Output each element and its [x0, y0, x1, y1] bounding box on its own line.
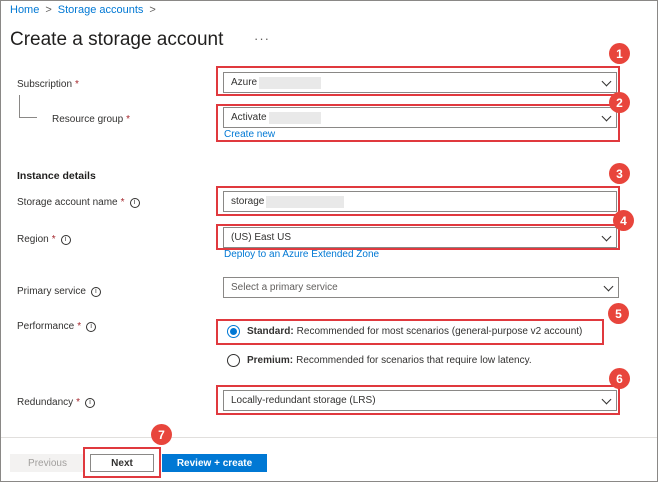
- highlight-box-storage-name: [216, 186, 620, 216]
- info-icon[interactable]: i: [90, 286, 101, 297]
- primary-service-select[interactable]: Select a primary service: [223, 277, 619, 298]
- breadcrumb-home-link[interactable]: Home: [10, 4, 39, 16]
- previous-button[interactable]: Previous: [10, 454, 85, 472]
- redundancy-label: Redundancy * i: [17, 397, 96, 408]
- highlight-box-next: [83, 447, 161, 478]
- footer-divider: [1, 437, 657, 438]
- step-badge: 6: [609, 368, 630, 389]
- info-icon[interactable]: i: [129, 197, 140, 208]
- highlight-box-resource-group: [216, 104, 620, 142]
- radio-unselected-icon[interactable]: [227, 354, 240, 367]
- more-options-icon[interactable]: ···: [254, 31, 270, 46]
- info-icon[interactable]: i: [60, 234, 71, 245]
- required-marker: *: [77, 321, 82, 332]
- review-create-button[interactable]: Review + create: [162, 454, 267, 472]
- breadcrumb-separator-icon: >: [149, 4, 156, 16]
- page-title: Create a storage account: [10, 29, 224, 50]
- step-badge: 3: [609, 163, 630, 184]
- tree-connector: [19, 95, 20, 117]
- info-icon[interactable]: i: [86, 321, 97, 332]
- highlight-box-redundancy: [216, 385, 620, 415]
- breadcrumb: Home > Storage accounts >: [10, 4, 156, 16]
- required-marker: *: [75, 79, 79, 90]
- required-marker: *: [120, 197, 125, 208]
- highlight-box-performance: [216, 319, 604, 345]
- step-badge: 2: [609, 92, 630, 113]
- subscription-label: Subscription *: [17, 79, 79, 90]
- step-badge: 4: [613, 210, 634, 231]
- tree-connector: [19, 117, 37, 118]
- chevron-down-icon: [603, 281, 614, 292]
- extended-zone-link[interactable]: Deploy to an Azure Extended Zone: [224, 249, 379, 260]
- info-icon[interactable]: i: [85, 397, 96, 408]
- required-marker: *: [126, 114, 131, 125]
- required-marker: *: [76, 397, 81, 408]
- breadcrumb-storage-accounts-link[interactable]: Storage accounts: [58, 4, 144, 16]
- breadcrumb-separator-icon: >: [45, 4, 52, 16]
- region-label: Region * i: [17, 234, 71, 245]
- step-badge: 1: [609, 43, 630, 64]
- instance-details-heading: Instance details: [17, 170, 96, 182]
- highlight-box-subscription: [216, 66, 620, 96]
- performance-premium-option[interactable]: Premium: Recommended for scenarios that …: [227, 354, 532, 367]
- storage-account-name-label: Storage account name * i: [17, 197, 140, 208]
- required-marker: *: [51, 234, 56, 245]
- resource-group-label: Resource group *: [52, 114, 131, 125]
- primary-service-label: Primary service i: [17, 286, 101, 297]
- step-badge: 7: [151, 424, 172, 445]
- performance-label: Performance * i: [17, 321, 97, 332]
- step-badge: 5: [608, 303, 629, 324]
- highlight-box-region: [216, 224, 620, 250]
